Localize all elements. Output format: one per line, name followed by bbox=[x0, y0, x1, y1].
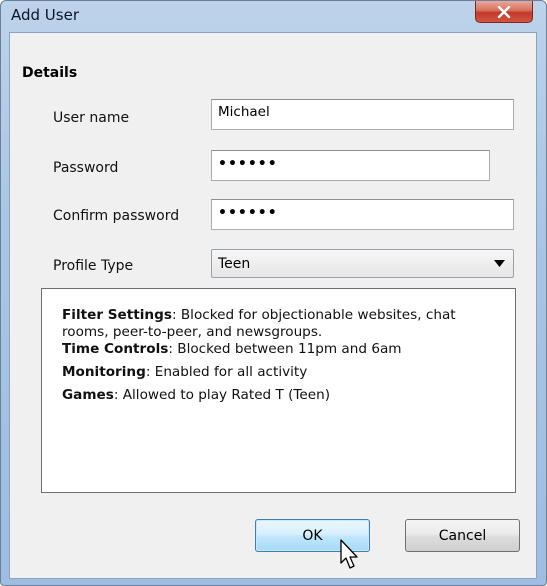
password-label: Password bbox=[53, 160, 119, 176]
games-line: Games: Allowed to play Rated T (Teen) bbox=[62, 387, 501, 404]
chevron-down-icon bbox=[494, 260, 505, 267]
window-title: Add User bbox=[11, 6, 79, 24]
title-bar[interactable]: Add User bbox=[1, 1, 546, 33]
confirm-password-label: Confirm password bbox=[53, 208, 180, 224]
monitoring-line: Monitoring: Enabled for all activity bbox=[62, 364, 501, 381]
cancel-button[interactable]: Cancel bbox=[405, 519, 520, 552]
mouse-pointer-icon bbox=[340, 539, 358, 569]
games-label: Games bbox=[62, 387, 114, 403]
close-icon bbox=[497, 5, 511, 18]
password-input[interactable]: •••••• bbox=[211, 150, 490, 181]
filter-settings-line: Filter Settings: Blocked for objectionab… bbox=[62, 307, 501, 341]
filter-settings-label: Filter Settings bbox=[62, 307, 172, 323]
dialog-body: Details User name Michael Password •••••… bbox=[9, 32, 537, 579]
add-user-dialog: Add User Details User name Michael Passw… bbox=[0, 0, 547, 586]
profile-type-select[interactable]: Teen bbox=[211, 249, 514, 278]
profile-type-label: Profile Type bbox=[53, 258, 134, 274]
details-heading: Details bbox=[22, 65, 78, 81]
confirm-password-input[interactable]: •••••• bbox=[211, 199, 514, 230]
close-button[interactable] bbox=[475, 1, 533, 23]
profile-description-box: Filter Settings: Blocked for objectionab… bbox=[41, 288, 516, 493]
profile-type-value: Teen bbox=[218, 256, 251, 272]
time-controls-text: : Blocked between 11pm and 6am bbox=[168, 341, 402, 357]
user-name-label: User name bbox=[53, 110, 130, 126]
monitoring-text: : Enabled for all activity bbox=[145, 364, 308, 380]
monitoring-label: Monitoring bbox=[62, 364, 146, 380]
time-controls-label: Time Controls bbox=[62, 341, 169, 357]
time-controls-line: Time Controls: Blocked between 11pm and … bbox=[62, 341, 501, 358]
user-name-input[interactable]: Michael bbox=[211, 99, 514, 130]
games-text: : Allowed to play Rated T (Teen) bbox=[113, 387, 331, 403]
